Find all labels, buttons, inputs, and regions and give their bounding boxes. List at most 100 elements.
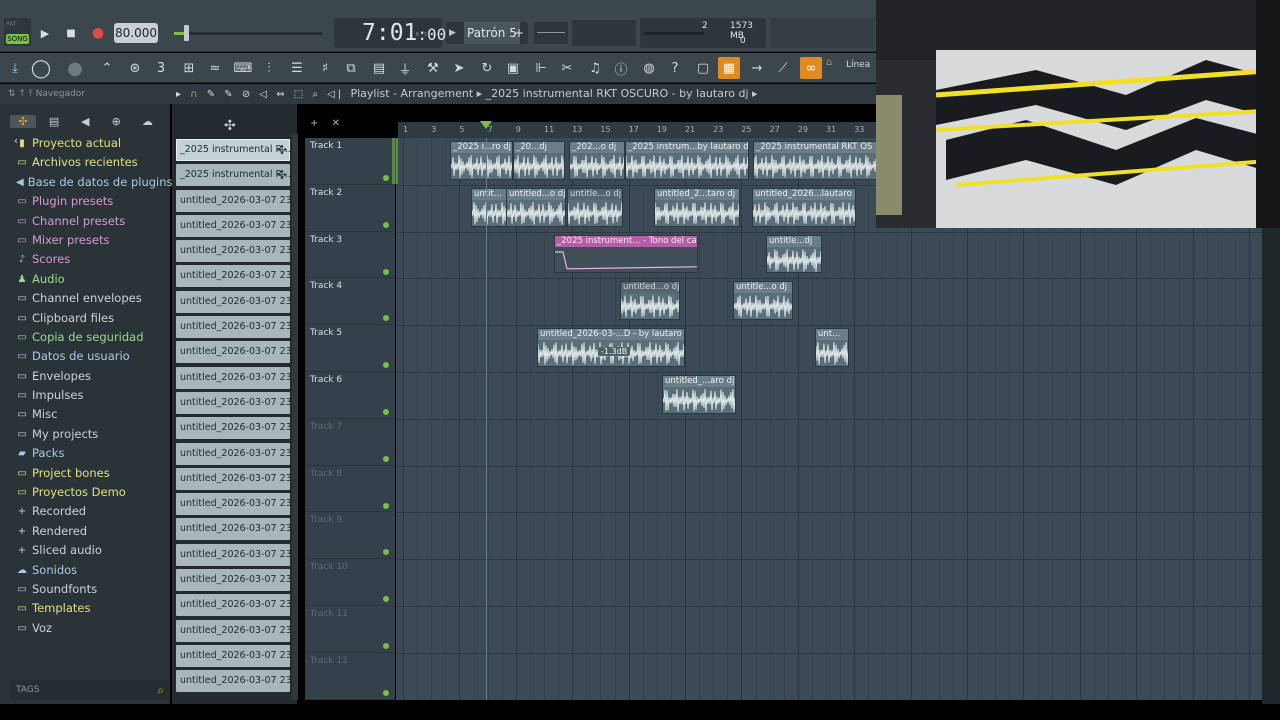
track-mute-led[interactable]: [383, 362, 389, 369]
brush-icon[interactable]: ⟋: [772, 57, 794, 79]
browser-item[interactable]: ▭ Soundfonts: [10, 580, 170, 599]
track-header[interactable]: Track 5: [305, 325, 395, 372]
picker-clip[interactable]: untitled_2026-03-07 23-...: [176, 265, 290, 288]
picker-clip[interactable]: untitled_2026-03-07 23-...: [176, 644, 290, 667]
audio-clip[interactable]: _20...dj: [513, 141, 565, 180]
picker-clip[interactable]: untitled_2026-03-07 23-...: [176, 316, 290, 339]
audio-clip[interactable]: untitle...o dj: [733, 281, 793, 321]
browser-item[interactable]: ☁ Sonidos: [10, 561, 170, 580]
browser-item[interactable]: ▭ Mixer presets: [10, 231, 170, 250]
picker-clip[interactable]: _2025 instrumental R... ✣: [176, 139, 290, 161]
audio-clip[interactable]: untitled...o dj: [620, 281, 680, 321]
picker-clip[interactable]: untitled_2026-03-07 23-...: [176, 594, 290, 617]
typing-keyboard-icon[interactable]: ⌨: [232, 57, 254, 79]
track-mute-led[interactable]: [383, 596, 389, 603]
stop-button[interactable]: ■: [60, 22, 82, 44]
picker-clip[interactable]: untitled_2026-03-07 23-...: [176, 240, 290, 263]
browser-item[interactable]: ♟ Audio: [10, 270, 170, 289]
browser-item[interactable]: ▭ Proyectos Demo: [10, 483, 170, 502]
audio-clip[interactable]: unt...: [815, 328, 849, 367]
tempo-display[interactable]: 80.000: [114, 23, 158, 43]
browser-plugin-icon[interactable]: ⊕: [103, 115, 129, 128]
plug-icon[interactable]: ⏚: [394, 57, 416, 79]
audio-clip[interactable]: _202...o dj: [569, 141, 625, 180]
track-header[interactable]: Track 12: [305, 653, 395, 700]
browser-item[interactable]: + Rendered: [10, 522, 170, 541]
picker-clip[interactable]: untitled_2026-03-07 23-...: [176, 290, 290, 313]
track-header[interactable]: Track 3: [305, 232, 395, 279]
plugin-db-icon[interactable]: ⧉: [340, 57, 362, 79]
picker-clip[interactable]: untitled_2026-03-07 23-...: [176, 493, 290, 516]
track-mute-led[interactable]: [383, 315, 389, 322]
picker-move-icon[interactable]: ✣: [224, 118, 236, 134]
tools-icon[interactable]: ⚒: [422, 57, 444, 79]
add-track-icon[interactable]: +: [310, 118, 318, 129]
channel-rack-icon[interactable]: ☰: [286, 57, 308, 79]
track-header[interactable]: Track 7: [305, 419, 395, 466]
track-header[interactable]: Track 2: [305, 185, 395, 232]
song-time-display[interactable]: 7:01:00 B:S:T: [334, 18, 446, 48]
browser-item[interactable]: ▭ Envelopes: [10, 367, 170, 386]
picker-clip[interactable]: untitled_2026-03-07 23-...: [176, 518, 290, 541]
track-mute-led[interactable]: [383, 221, 389, 228]
track-mute-led[interactable]: [383, 689, 389, 696]
track-mute-led[interactable]: [383, 502, 389, 509]
browser-item[interactable]: ▮ Proyecto actual: [10, 134, 170, 153]
picker-clip[interactable]: untitled_2026-03-07 23-...: [176, 214, 290, 237]
browser-item[interactable]: ♪ Scores: [10, 250, 170, 269]
track-mute-led[interactable]: [383, 643, 389, 649]
browser-speaker-icon[interactable]: ◀: [72, 115, 98, 128]
audio-clip[interactable]: untitled_2026...lautaro dj: [752, 187, 856, 227]
browser-item[interactable]: ▰ Packs: [10, 444, 170, 463]
track-header[interactable]: Track 4: [305, 278, 395, 326]
audio-clip[interactable]: untit...: [471, 187, 508, 227]
step-edit-icon[interactable]: ⊞: [178, 57, 200, 79]
playlist-scrollbar[interactable]: [1262, 228, 1280, 704]
track-header[interactable]: Track 10: [305, 559, 395, 606]
pattern-arrow-icon[interactable]: ▶: [449, 22, 456, 44]
track-mute-led[interactable]: [383, 549, 389, 556]
playhead-marker-icon[interactable]: [480, 121, 492, 129]
arrangement-chevron-icon[interactable]: ▸: [752, 87, 758, 100]
mixer-icon[interactable]: ⫶: [258, 57, 280, 79]
audio-clip[interactable]: untitle...o dj: [567, 187, 623, 227]
track-header[interactable]: Track 6: [305, 372, 395, 419]
browser-item[interactable]: ▭ Channel presets: [10, 212, 170, 231]
audio-clip[interactable]: untitle...dj: [766, 234, 822, 274]
track-mute-led[interactable]: [383, 175, 389, 181]
mixer-sliders-icon[interactable]: ⊩: [530, 57, 552, 79]
picker-clip[interactable]: untitled_2026-03-07 23-...: [176, 417, 290, 440]
link-icon[interactable]: ∞: [800, 57, 822, 79]
add-pattern-button[interactable]: +: [514, 22, 524, 44]
info-icon[interactable]: ⓘ: [610, 57, 632, 79]
audio-clip[interactable]: untitled_...aro dj: [662, 375, 736, 414]
browser-item[interactable]: ▭ Voz: [10, 619, 170, 638]
delete-track-icon[interactable]: ✕: [332, 118, 340, 129]
metronome-knob-icon[interactable]: ◯: [30, 57, 52, 79]
browser-all-icon[interactable]: ✣: [10, 115, 36, 128]
browser-item[interactable]: ▭ Archivos recientes: [10, 153, 170, 172]
master-volume-knob[interactable]: [184, 25, 189, 41]
picker-clip[interactable]: _2025 instrumental R... ✣: [176, 164, 290, 187]
blend-icon[interactable]: ≈: [204, 57, 226, 79]
countdown-icon[interactable]: 3: [150, 57, 172, 79]
piano-roll-icon[interactable]: ♯: [314, 57, 336, 79]
playhead[interactable]: [486, 138, 487, 700]
picker-clip[interactable]: untitled_2026-03-07 23-...: [176, 391, 290, 414]
loop-record-icon[interactable]: ⊛: [124, 57, 146, 79]
picker-clip[interactable]: untitled_2026-03-07 23-...: [176, 619, 290, 642]
save-icon[interactable]: ▣: [502, 57, 524, 79]
browser-files-icon[interactable]: ▤: [41, 115, 67, 128]
browser-item[interactable]: ▭ Datos de usuario: [10, 347, 170, 366]
picker-clip[interactable]: untitled_2026-03-07 23-...: [176, 543, 290, 566]
browser-item[interactable]: ▭ Impulses: [10, 386, 170, 405]
play-button[interactable]: ▶: [34, 22, 56, 44]
chat-icon[interactable]: ◍: [638, 57, 660, 79]
audio-clip[interactable]: _2025 instrum...by lautaro dj: [625, 141, 749, 180]
audio-clip[interactable]: untitled...o dj: [506, 187, 566, 227]
track-header[interactable]: Track 9: [305, 512, 395, 560]
snap-label[interactable]: Línea: [846, 60, 870, 70]
clip-add-icon[interactable]: ✣: [277, 164, 287, 186]
audio-clip[interactable]: _2025 i...ro dj: [450, 141, 513, 180]
browser-cloud-icon[interactable]: ☁: [134, 115, 160, 128]
